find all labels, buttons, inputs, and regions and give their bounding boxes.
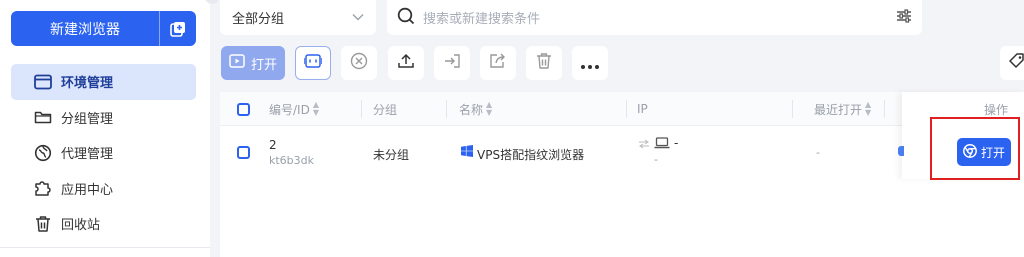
proxy-swap-icon	[638, 138, 650, 152]
sync-window-icon	[303, 53, 323, 73]
column-divider	[792, 100, 793, 118]
sort-icon: ▲ ▼	[312, 100, 319, 117]
header-action-label: 操作	[984, 102, 1009, 117]
sidebar: 新建浏览器 环境管理 分组管理 代理管理 应用中心 回收站	[0, 0, 210, 257]
row-last-open: -	[816, 146, 820, 159]
upload-button[interactable]	[388, 46, 424, 80]
sidebar-item-groups[interactable]: 分组管理	[11, 100, 196, 136]
delete-button[interactable]	[526, 46, 562, 80]
sidebar-item-recycle-bin[interactable]: 回收站	[11, 206, 196, 242]
header-id-label: 编号/ID	[269, 102, 310, 117]
sort-icon: ▲ ▼	[486, 100, 493, 117]
group-select-value: 全部分组	[232, 12, 285, 27]
share-icon	[489, 53, 507, 73]
search-bar[interactable]: 搜索或新建搜索条件	[387, 0, 922, 35]
row-checkbox[interactable]	[237, 146, 250, 159]
sidebar-nav: 环境管理 分组管理 代理管理 应用中心 回收站	[11, 64, 196, 242]
trash-icon	[33, 214, 53, 234]
trash-icon	[536, 52, 552, 74]
open-selected-button[interactable]: 打开	[221, 46, 285, 80]
sort-icon: ▲ ▼	[865, 100, 872, 117]
laptop-icon	[654, 137, 670, 152]
sync-window-button[interactable]	[295, 46, 331, 80]
header-last-open[interactable]: 最近打开 ▲ ▼	[814, 92, 871, 126]
close-circle-icon	[350, 52, 368, 74]
close-selected-button[interactable]	[341, 46, 377, 80]
sidebar-divider	[0, 247, 210, 248]
header-ip: IP	[637, 92, 648, 126]
highlight-box	[930, 117, 1020, 180]
upload-icon	[397, 53, 415, 73]
sidebar-item-label: 环境管理	[61, 76, 114, 92]
new-browser-label: 新建浏览器	[50, 21, 120, 38]
select-all-checkbox[interactable]	[237, 92, 250, 126]
folder-icon	[33, 107, 53, 127]
search-input[interactable]: 搜索或新建搜索条件	[423, 8, 896, 27]
move-in-icon	[443, 53, 461, 73]
filter-settings-icon[interactable]	[896, 8, 912, 27]
header-name-label: 名称	[459, 102, 484, 117]
proxy-icon	[33, 143, 53, 163]
column-divider	[446, 100, 447, 118]
row-name[interactable]: VPS搭配指纹浏览器	[477, 146, 584, 163]
row-number: 2	[269, 138, 277, 152]
column-divider	[626, 100, 627, 118]
row-ip-line2: -	[654, 153, 658, 166]
window-play-icon	[229, 54, 245, 72]
chevron-down-icon	[352, 10, 364, 25]
open-selected-label: 打开	[250, 57, 277, 73]
more-icon	[581, 54, 599, 73]
sidebar-item-label: 应用中心	[61, 182, 114, 198]
sidebar-item-environment[interactable]: 环境管理	[11, 64, 196, 100]
sidebar-item-label: 代理管理	[61, 147, 114, 163]
windows-icon	[461, 145, 473, 160]
sidebar-item-proxy[interactable]: 代理管理	[11, 135, 196, 171]
sidebar-item-apps[interactable]: 应用中心	[11, 171, 196, 207]
sidebar-item-label: 分组管理	[61, 111, 114, 127]
environment-table: 编号/ID ▲ ▼ 分组 名称 ▲ ▼ IP 最近打开 ▲ ▼ 操作 2 kt6b3d…	[220, 92, 1024, 257]
header-id[interactable]: 编号/ID ▲ ▼	[269, 92, 319, 126]
move-group-button[interactable]	[434, 46, 470, 80]
header-name[interactable]: 名称 ▲ ▼	[459, 92, 492, 126]
header-group-label: 分组	[373, 102, 398, 117]
group-filter-select[interactable]: 全部分组	[220, 0, 376, 35]
column-divider	[884, 100, 885, 118]
header-group: 分组	[373, 92, 397, 126]
more-button[interactable]	[572, 46, 608, 80]
new-browser-button[interactable]: 新建浏览器	[11, 11, 196, 46]
window-icon	[33, 72, 53, 92]
search-icon	[397, 7, 415, 29]
row-id: kt6b3dk	[269, 154, 315, 167]
header-last-open-label: 最近打开	[814, 102, 863, 117]
share-button[interactable]	[480, 46, 516, 80]
tag-button[interactable]	[1000, 46, 1024, 80]
tag-icon	[1008, 52, 1024, 74]
header-ip-label: IP	[637, 102, 648, 116]
sidebar-item-label: 回收站	[61, 218, 101, 234]
puzzle-icon	[33, 178, 53, 198]
row-group: 未分组	[373, 148, 410, 162]
partial-badge	[898, 146, 904, 156]
row-ip-line1: -	[674, 136, 679, 150]
column-divider	[361, 100, 362, 118]
batch-add-icon[interactable]	[160, 11, 196, 46]
